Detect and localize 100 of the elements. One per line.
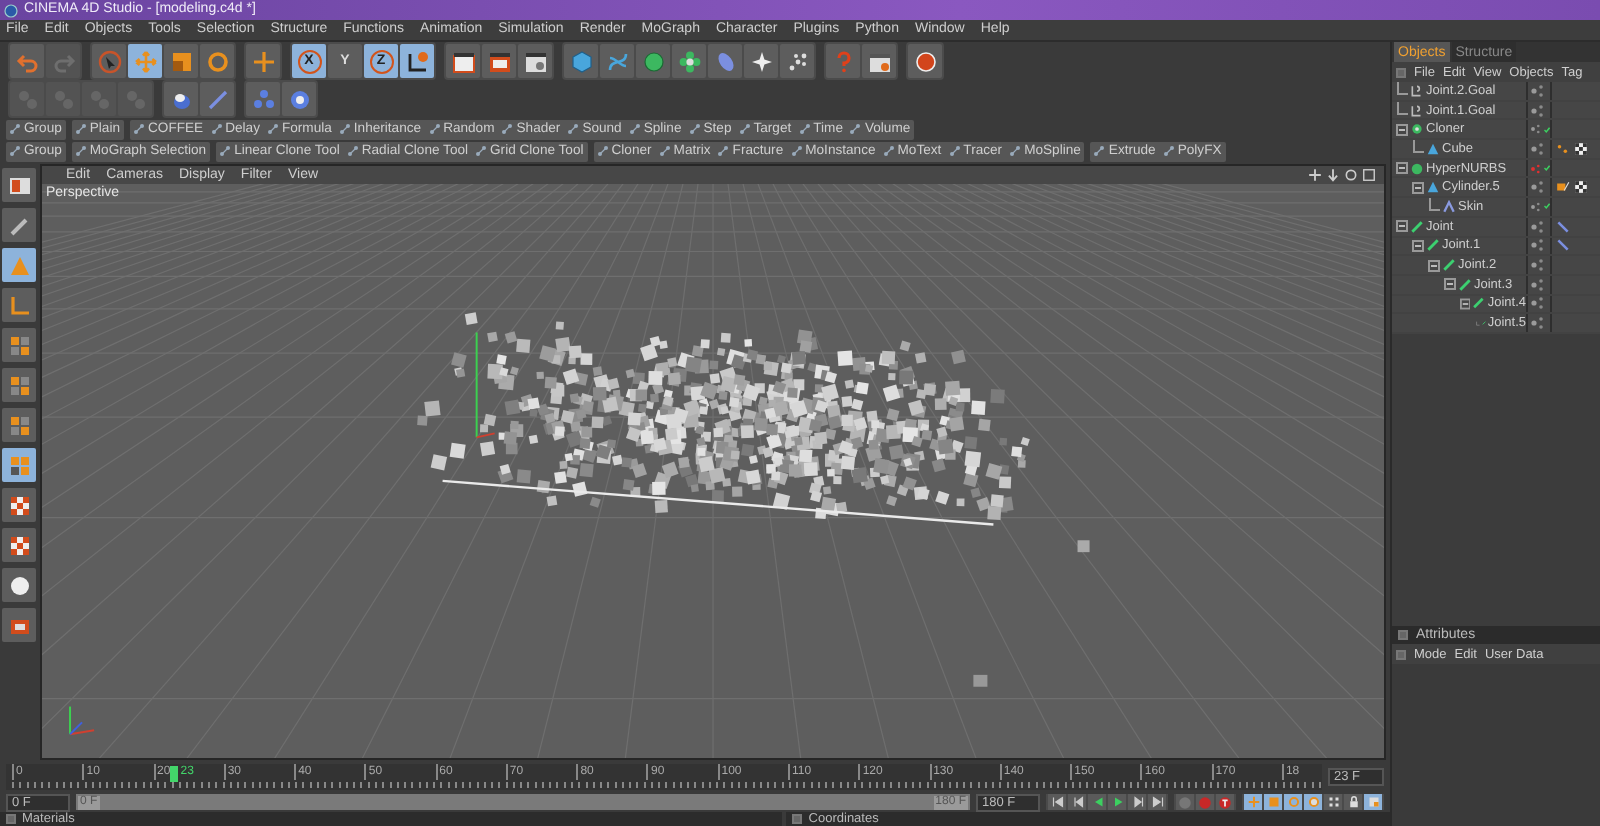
record-dot-icon bbox=[1198, 795, 1212, 809]
connector-icon bbox=[429, 124, 440, 134]
panel-toggle-icon[interactable] bbox=[1396, 67, 1406, 77]
key-mode-button[interactable] bbox=[1344, 794, 1362, 810]
connector-icon bbox=[850, 124, 861, 134]
tool-button[interactable] bbox=[2, 488, 36, 522]
connector-icon bbox=[949, 146, 960, 156]
connector-icon bbox=[476, 146, 487, 156]
visibility-dots-icon[interactable] bbox=[1530, 83, 1546, 98]
snap-icon bbox=[251, 87, 275, 111]
grid-icon bbox=[7, 453, 31, 477]
visibility-dots-icon[interactable] bbox=[1530, 258, 1546, 273]
connector-icon bbox=[629, 124, 640, 134]
tool-button[interactable] bbox=[862, 44, 896, 78]
tool-button[interactable] bbox=[780, 44, 814, 78]
cone-icon bbox=[1426, 180, 1440, 195]
scheme-icon bbox=[1367, 796, 1379, 808]
tree-branch-line bbox=[1396, 102, 1408, 119]
tool-button[interactable] bbox=[164, 82, 198, 116]
collapse-box-icon[interactable] bbox=[1396, 123, 1408, 136]
playback-button[interactable] bbox=[1128, 794, 1146, 810]
visibility-dots-icon[interactable] bbox=[1530, 199, 1542, 214]
tree-branch-line bbox=[1396, 82, 1408, 99]
tool-button[interactable] bbox=[2, 608, 36, 642]
tool-button[interactable] bbox=[744, 44, 778, 78]
maximize-icon bbox=[1362, 168, 1376, 182]
visibility-dots-icon[interactable] bbox=[1530, 103, 1546, 118]
calendar-icon bbox=[867, 49, 891, 73]
visibility-dots-icon[interactable] bbox=[1530, 180, 1546, 195]
tool-button[interactable] bbox=[446, 44, 480, 78]
visibility-dots-icon[interactable] bbox=[1530, 296, 1546, 311]
visibility-dots-icon[interactable] bbox=[1530, 161, 1542, 176]
tool-button[interactable] bbox=[2, 568, 36, 602]
move-arrows-icon bbox=[1308, 168, 1322, 182]
cone-icon bbox=[1426, 141, 1440, 156]
playback-button[interactable] bbox=[1108, 794, 1126, 810]
connector-icon bbox=[597, 146, 608, 156]
arrow-cursor-icon bbox=[97, 49, 121, 73]
connector-icon bbox=[718, 146, 729, 156]
dots-icon bbox=[785, 49, 809, 73]
uvw-tag-icon bbox=[1556, 180, 1570, 195]
dots-tag-icon bbox=[1556, 141, 1570, 156]
collapse-box-icon[interactable] bbox=[1396, 162, 1408, 175]
connector-icon bbox=[339, 124, 350, 134]
connector-icon bbox=[1010, 146, 1021, 156]
rotate-ring-icon bbox=[205, 49, 229, 73]
visibility-dots-icon[interactable] bbox=[1530, 316, 1546, 331]
checker-tag-icon bbox=[1574, 180, 1588, 195]
playback-button[interactable] bbox=[1068, 794, 1086, 810]
app-logo-icon bbox=[4, 3, 18, 17]
collapse-box-icon[interactable] bbox=[1444, 278, 1456, 291]
collapse-box-icon[interactable] bbox=[1396, 220, 1408, 233]
record-dot-icon bbox=[1218, 795, 1232, 809]
zoom-icon bbox=[1344, 168, 1358, 182]
visibility-dots-icon[interactable] bbox=[1530, 238, 1546, 253]
playback-button[interactable] bbox=[1088, 794, 1106, 810]
tool-button[interactable] bbox=[400, 44, 434, 78]
record-button[interactable] bbox=[1216, 794, 1234, 810]
tool-button[interactable] bbox=[482, 44, 516, 78]
collapse-box-icon[interactable] bbox=[1412, 181, 1424, 194]
tool-button[interactable] bbox=[2, 528, 36, 562]
sphere-icon bbox=[1410, 161, 1424, 176]
checkmark-icon[interactable] bbox=[1544, 164, 1550, 173]
question-mark-icon bbox=[831, 49, 855, 73]
goal-icon bbox=[1410, 83, 1424, 98]
circle-icon bbox=[7, 573, 31, 597]
visibility-dots-icon[interactable] bbox=[1530, 219, 1546, 234]
playback-button[interactable] bbox=[1048, 794, 1066, 810]
axis-icon bbox=[7, 293, 31, 317]
skip-icon bbox=[1071, 796, 1083, 808]
star-icon bbox=[749, 49, 773, 73]
tool-button[interactable] bbox=[2, 168, 36, 202]
scale-square-icon bbox=[169, 49, 193, 73]
collapse-box-icon[interactable] bbox=[1412, 239, 1424, 252]
connector-icon bbox=[659, 146, 670, 156]
tree-branch-line bbox=[1412, 140, 1424, 157]
checkmark-icon[interactable] bbox=[1544, 125, 1550, 134]
record-dot-icon bbox=[1178, 795, 1192, 809]
cube-icon bbox=[569, 49, 593, 73]
undo-arrow-icon bbox=[15, 49, 39, 73]
key-mode-button[interactable] bbox=[1324, 794, 1342, 810]
visibility-dots-icon[interactable] bbox=[1530, 122, 1542, 137]
checkmark-icon[interactable] bbox=[1544, 202, 1550, 211]
playback-button[interactable] bbox=[1148, 794, 1166, 810]
visibility-dots-icon[interactable] bbox=[1530, 141, 1546, 156]
down-arrow-icon bbox=[1326, 168, 1340, 182]
collapse-box-icon[interactable] bbox=[1460, 297, 1471, 310]
connector-icon bbox=[10, 146, 20, 156]
visibility-dots-icon[interactable] bbox=[1530, 277, 1546, 292]
tool-button[interactable] bbox=[672, 44, 706, 78]
playhead[interactable] bbox=[170, 766, 179, 782]
panel-toggle-icon[interactable] bbox=[6, 814, 16, 824]
panel-toggle-icon[interactable] bbox=[792, 814, 803, 824]
points-icon bbox=[1327, 796, 1339, 808]
tool-button[interactable] bbox=[282, 82, 316, 116]
flower-icon bbox=[677, 49, 701, 73]
collapse-box-icon[interactable] bbox=[1428, 259, 1440, 272]
tool-button[interactable] bbox=[518, 44, 552, 78]
axis-gizmo-icon bbox=[69, 705, 96, 736]
connector-icon bbox=[220, 146, 231, 156]
